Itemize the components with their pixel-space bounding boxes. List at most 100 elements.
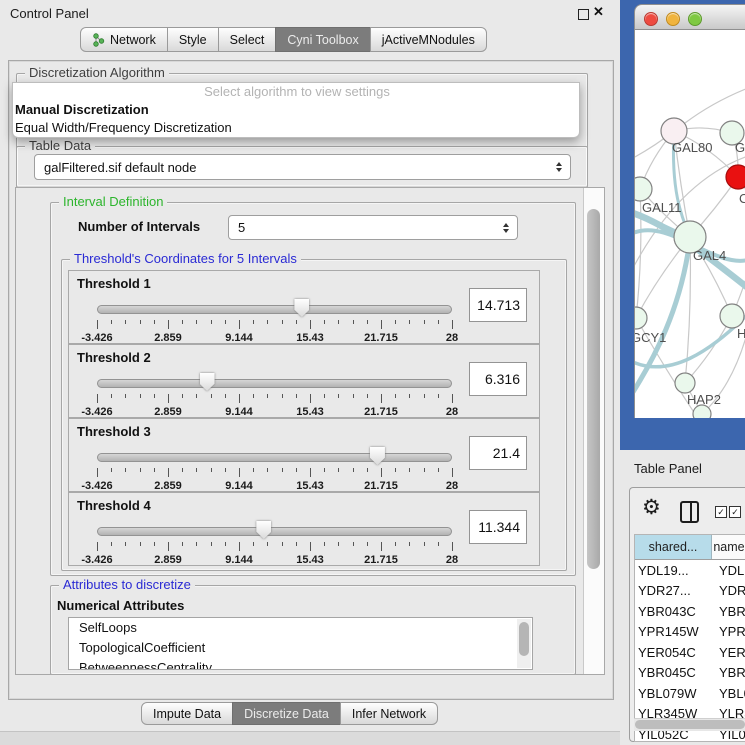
- zoom-window-icon[interactable]: [688, 12, 702, 26]
- minor-tick: [211, 468, 212, 472]
- slider-handle[interactable]: [294, 299, 309, 317]
- slider-track[interactable]: [97, 305, 452, 314]
- tick-label: 9.144: [225, 554, 253, 566]
- network-edge[interactable]: [636, 189, 641, 318]
- network-graph[interactable]: GAL80GACGAL11GAL4GCY1HHAP2: [635, 30, 745, 418]
- major-tick: [168, 542, 169, 551]
- table-panel-title: Table Panel: [634, 461, 702, 476]
- tick-label: 9.144: [225, 406, 253, 418]
- slider-ticks: [97, 320, 452, 330]
- tab-select[interactable]: Select: [218, 27, 277, 52]
- threshold-slider[interactable]: -3.4262.8599.14415.4321.71528: [97, 520, 452, 562]
- checkbox-icon[interactable]: ✓: [715, 506, 727, 518]
- gear-icon[interactable]: ⚙: [642, 497, 661, 518]
- table-data-combobox[interactable]: galFiltered.sif default node: [34, 154, 571, 180]
- close-icon[interactable]: ✕: [593, 4, 604, 20]
- tab-cyni-toolbox[interactable]: Cyni Toolbox: [275, 27, 370, 52]
- list-item-betweennesscentrality[interactable]: BetweennessCentrality: [69, 658, 532, 670]
- settings-scrollbar[interactable]: [583, 188, 604, 674]
- slider-tick-labels: -3.4262.8599.14415.4321.71528: [97, 406, 452, 418]
- threshold-value-field[interactable]: 21.4: [469, 436, 527, 470]
- minor-tick: [367, 468, 368, 472]
- number-of-intervals-combobox[interactable]: 5: [228, 215, 518, 240]
- attributes-scrollbar[interactable]: [517, 619, 531, 668]
- algorithm-option-select-algorithm-to-view-settings[interactable]: Select algorithm to view settings: [13, 83, 579, 101]
- float-window-icon[interactable]: [578, 9, 589, 20]
- major-tick: [239, 468, 240, 477]
- minor-tick: [296, 468, 297, 472]
- minor-tick: [409, 320, 410, 324]
- table-panel-section: Table Panel ⚙ ✓ ✓ shared...name YDL19...…: [620, 450, 745, 745]
- major-tick: [452, 320, 453, 329]
- tab-jactivemnodules[interactable]: jActiveMNodules: [370, 27, 487, 52]
- minor-tick: [424, 468, 425, 472]
- tab-label: Cyni Toolbox: [287, 33, 358, 47]
- slider-track[interactable]: [97, 453, 452, 462]
- threshold-value-field[interactable]: 14.713: [469, 288, 527, 322]
- window-titlebar[interactable]: [634, 4, 745, 30]
- tab-discretize-data[interactable]: Discretize Data: [232, 702, 341, 725]
- algorithm-option-manual-discretization[interactable]: Manual Discretization: [13, 101, 579, 119]
- tab-impute-data[interactable]: Impute Data: [141, 702, 233, 725]
- tab-style[interactable]: Style: [167, 27, 219, 52]
- minor-tick: [267, 320, 268, 324]
- minor-tick: [395, 320, 396, 324]
- node-label-gcy1: GCY1: [635, 330, 666, 345]
- network-canvas[interactable]: GAL80GACGAL11GAL4GCY1HHAP2: [634, 30, 745, 418]
- cell-name: YPR145W: [712, 624, 745, 639]
- minimize-window-icon[interactable]: [666, 12, 680, 26]
- tick-label: -3.426: [81, 480, 112, 492]
- cell-shared-name: YDR27...: [635, 583, 712, 598]
- table-row[interactable]: YBL079WYBL079W: [635, 683, 745, 704]
- minor-tick: [367, 394, 368, 398]
- slider-handle[interactable]: [370, 447, 385, 465]
- threshold-slider[interactable]: -3.4262.8599.14415.4321.71528: [97, 372, 452, 414]
- panel-footer: [0, 731, 620, 745]
- table-row[interactable]: YER054CYER054C: [635, 642, 745, 663]
- table-row[interactable]: YBR043CYBR043C: [635, 601, 745, 622]
- algorithm-option-equal-width-frequency-discretization[interactable]: Equal Width/Frequency Discretization: [13, 119, 579, 137]
- slider-track[interactable]: [97, 379, 452, 388]
- tab-infer-network[interactable]: Infer Network: [340, 702, 438, 725]
- table-scrollbar-thumb[interactable]: [635, 720, 745, 729]
- table-row[interactable]: YPR145WYPR145W: [635, 622, 745, 643]
- checkbox-icon[interactable]: ✓: [729, 506, 741, 518]
- minor-tick: [282, 468, 283, 472]
- column-header-shared[interactable]: shared...: [635, 535, 712, 559]
- settings-scrollbar-thumb[interactable]: [587, 209, 600, 569]
- minor-tick: [253, 542, 254, 546]
- network-node-gcy1[interactable]: [635, 307, 647, 329]
- numerical-attributes-list[interactable]: SelfLoopsTopologicalCoefficientBetweenne…: [68, 617, 533, 670]
- slider-track[interactable]: [97, 527, 452, 536]
- table-row[interactable]: YDL19...YDL19...: [635, 560, 745, 581]
- slider-handle[interactable]: [200, 373, 215, 391]
- table-row[interactable]: YDR27...YDR27...: [635, 581, 745, 602]
- major-tick: [310, 394, 311, 403]
- list-item-selfloops[interactable]: SelfLoops: [69, 618, 532, 638]
- network-node-c[interactable]: [726, 165, 745, 189]
- threshold-slider[interactable]: -3.4262.8599.14415.4321.71528: [97, 298, 452, 340]
- minor-tick: [267, 394, 268, 398]
- minor-tick: [125, 394, 126, 398]
- table-row[interactable]: YBR045CYBR045C: [635, 663, 745, 684]
- attributes-scrollbar-thumb[interactable]: [519, 622, 529, 656]
- cell-shared-name: YER054C: [635, 645, 712, 660]
- threshold-value-field[interactable]: 11.344: [469, 510, 527, 544]
- network-node-hap2[interactable]: [675, 373, 695, 393]
- close-window-icon[interactable]: [644, 12, 658, 26]
- cell-name: YDL19...: [712, 563, 745, 578]
- tab-network[interactable]: Network: [80, 27, 168, 52]
- tick-label: -3.426: [81, 554, 112, 566]
- minor-tick: [296, 320, 297, 324]
- network-edge[interactable]: [685, 88, 745, 123]
- network-node-gal11[interactable]: [635, 177, 652, 201]
- slider-handle[interactable]: [256, 521, 271, 539]
- threshold-value-field[interactable]: 6.316: [469, 362, 527, 396]
- table-horizontal-scrollbar[interactable]: [634, 718, 745, 731]
- list-item-topologicalcoefficient[interactable]: TopologicalCoefficient: [69, 638, 532, 658]
- network-node-h[interactable]: [720, 304, 744, 328]
- column-header-name[interactable]: name: [712, 535, 745, 559]
- minor-tick: [211, 320, 212, 324]
- split-columns-icon[interactable]: [680, 501, 699, 523]
- threshold-slider[interactable]: -3.4262.8599.14415.4321.71528: [97, 446, 452, 488]
